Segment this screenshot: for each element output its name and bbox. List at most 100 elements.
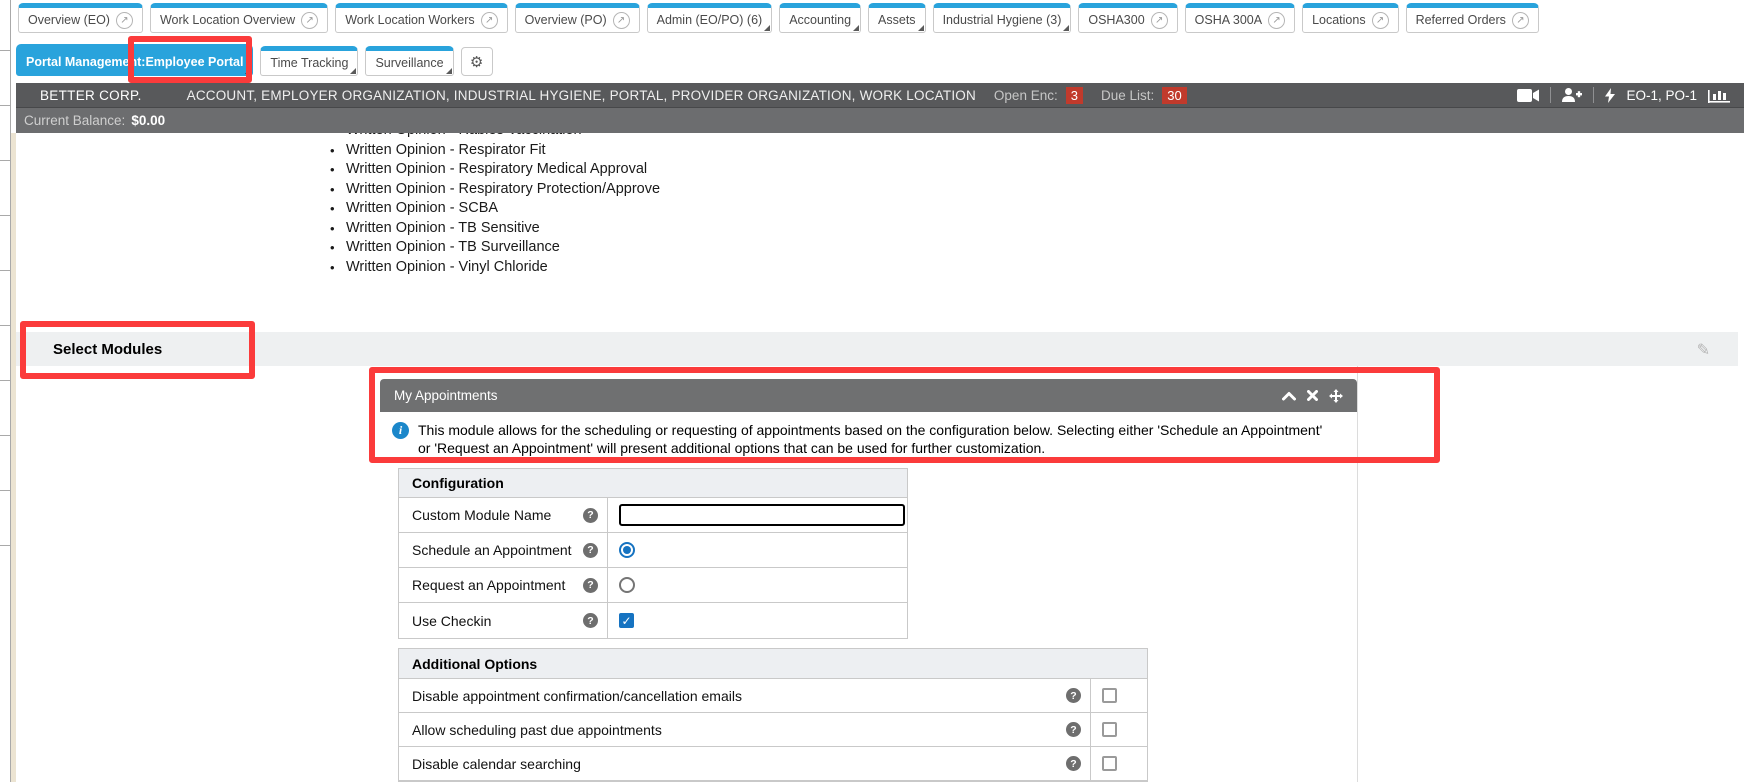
video-camera-icon[interactable] bbox=[1517, 89, 1539, 102]
external-link-icon[interactable]: ↗ bbox=[1268, 12, 1285, 29]
tab-surveillance[interactable]: Surveillance bbox=[365, 46, 453, 76]
external-link-icon[interactable]: ↗ bbox=[613, 12, 630, 29]
tab-locations[interactable]: Locations ↗ bbox=[1302, 3, 1399, 33]
dropdown-fold-icon bbox=[918, 25, 924, 31]
bar-chart-icon[interactable] bbox=[1708, 88, 1730, 103]
list-item: Written Opinion - TB Sensitive bbox=[330, 219, 660, 239]
disable-confirmation-emails-checkbox[interactable] bbox=[1102, 688, 1117, 703]
company-name: BETTER CORP. bbox=[40, 88, 142, 103]
lightning-icon[interactable] bbox=[1605, 88, 1615, 103]
due-list-badge[interactable]: 30 bbox=[1162, 87, 1186, 104]
written-opinion-list: Written Opinion - Rabies Vaccination Wri… bbox=[330, 121, 660, 277]
disable-calendar-searching-checkbox[interactable] bbox=[1102, 756, 1117, 771]
table-row: Use Checkin? ✓ bbox=[399, 603, 907, 638]
status-bar: BETTER CORP. ACCOUNT, EMPLOYER ORGANIZAT… bbox=[16, 83, 1744, 107]
secondary-tab-bar: Portal Management:Employee Portal Time T… bbox=[16, 44, 493, 76]
tab-label: Assets bbox=[878, 13, 916, 27]
help-icon[interactable]: ? bbox=[583, 543, 598, 558]
dropdown-fold-icon bbox=[853, 25, 859, 31]
external-link-icon[interactable]: ↗ bbox=[1151, 12, 1168, 29]
table-row: Allow scheduling past due appointments? bbox=[399, 713, 1147, 747]
module-info-text: This module allows for the scheduling or… bbox=[418, 421, 1336, 457]
help-icon[interactable]: ? bbox=[583, 508, 598, 523]
list-item: Written Opinion - Vinyl Chloride bbox=[330, 258, 660, 278]
tab-overview-eo[interactable]: Overview (EO)↗ bbox=[18, 3, 143, 33]
table-row: Request an Appointment? bbox=[399, 568, 907, 603]
tab-assets[interactable]: Assets bbox=[868, 3, 926, 33]
dropdown-fold-icon bbox=[446, 68, 452, 74]
help-icon[interactable]: ? bbox=[583, 578, 598, 593]
row-label: Schedule an Appointment bbox=[412, 542, 572, 558]
dropdown-fold-icon bbox=[1063, 25, 1069, 31]
tab-label: Accounting bbox=[789, 13, 851, 27]
context-shortcut-label[interactable]: EO-1, PO-1 bbox=[1626, 88, 1697, 103]
current-balance-value: $0.00 bbox=[131, 113, 165, 128]
divider bbox=[1593, 87, 1594, 103]
row-label: Allow scheduling past due appointments bbox=[412, 722, 662, 738]
due-list-label: Due List: bbox=[1101, 88, 1154, 103]
tab-osha300[interactable]: OSHA300↗ bbox=[1078, 3, 1177, 33]
tab-label: Surveillance bbox=[375, 56, 443, 70]
help-icon[interactable]: ? bbox=[1066, 756, 1081, 771]
tab-label: Locations bbox=[1312, 13, 1366, 27]
list-item: Written Opinion - TB Surveillance bbox=[330, 238, 660, 258]
additional-options-table: Additional Options Disable appointment c… bbox=[398, 648, 1148, 782]
external-link-icon[interactable]: ↗ bbox=[481, 12, 498, 29]
external-link-icon[interactable]: ↗ bbox=[1512, 12, 1529, 29]
tab-label: Referred Orders bbox=[1416, 13, 1506, 27]
tab-accounting[interactable]: Accounting bbox=[779, 3, 861, 33]
tab-work-location-overview[interactable]: Work Location Overview↗ bbox=[150, 3, 328, 33]
panel-info-box: i This module allows for the scheduling … bbox=[380, 412, 1357, 469]
custom-module-name-input[interactable] bbox=[619, 504, 905, 526]
add-user-icon[interactable] bbox=[1562, 88, 1582, 102]
row-label: Disable calendar searching bbox=[412, 756, 581, 772]
move-handle-icon[interactable] bbox=[1329, 389, 1343, 403]
tab-label: Portal Management:Employee Portal bbox=[26, 55, 243, 69]
info-icon: i bbox=[392, 422, 409, 439]
row-label: Request an Appointment bbox=[412, 577, 565, 593]
tab-label: Overview (PO) bbox=[525, 13, 607, 27]
section-title: Select Modules bbox=[53, 341, 162, 358]
tab-label: Industrial Hygiene (3) bbox=[943, 13, 1062, 27]
list-item: Written Opinion - SCBA bbox=[330, 199, 660, 219]
tab-label: Work Location Workers bbox=[345, 13, 474, 27]
collapse-chevron-up-icon[interactable] bbox=[1282, 391, 1296, 401]
panel-header[interactable]: My Appointments bbox=[380, 379, 1357, 412]
tab-label: Admin (EO/PO) (6) bbox=[657, 13, 763, 27]
edit-pencil-icon[interactable]: ✎ bbox=[1697, 340, 1710, 360]
tab-referred-orders[interactable]: Referred Orders ↗ bbox=[1406, 3, 1539, 33]
help-icon[interactable]: ? bbox=[1066, 722, 1081, 737]
tab-work-location-workers[interactable]: Work Location Workers ↗ bbox=[335, 3, 507, 33]
balance-bar: Current Balance: $0.00 bbox=[16, 107, 1744, 133]
request-appointment-radio[interactable] bbox=[619, 577, 635, 593]
primary-tab-bar: Overview (EO)↗ Work Location Overview↗ W… bbox=[18, 3, 1539, 33]
use-checkin-checkbox[interactable]: ✓ bbox=[619, 613, 634, 628]
tab-time-tracking[interactable]: Time Tracking bbox=[260, 46, 358, 76]
gear-icon: ⚙ bbox=[470, 53, 483, 71]
tab-overview-po[interactable]: Overview (PO) ↗ bbox=[515, 3, 640, 33]
open-enc-label: Open Enc: bbox=[994, 88, 1058, 103]
dropdown-fold-icon bbox=[350, 68, 356, 74]
external-link-icon[interactable]: ↗ bbox=[116, 12, 133, 29]
tab-industrial-hygiene[interactable]: Industrial Hygiene (3) bbox=[933, 3, 1072, 33]
list-item: Written Opinion - Respirator Fit bbox=[330, 141, 660, 161]
table-row: Disable appointment confirmation/cancell… bbox=[399, 679, 1147, 713]
tab-portal-management-employee-portal[interactable]: Portal Management:Employee Portal bbox=[16, 44, 253, 76]
help-icon[interactable]: ? bbox=[583, 613, 598, 628]
tab-admin-eo-po[interactable]: Admin (EO/PO) (6) bbox=[647, 3, 773, 33]
dropdown-fold-icon bbox=[764, 25, 770, 31]
row-label: Use Checkin bbox=[412, 613, 491, 629]
content-left-border bbox=[11, 133, 16, 782]
schedule-appointment-radio[interactable] bbox=[619, 542, 635, 558]
divider bbox=[1550, 87, 1551, 103]
allow-past-due-checkbox[interactable] bbox=[1102, 722, 1117, 737]
open-enc-badge[interactable]: 3 bbox=[1066, 87, 1083, 104]
table-header: Configuration bbox=[399, 469, 907, 498]
help-icon[interactable]: ? bbox=[1066, 688, 1081, 703]
tab-settings-button[interactable]: ⚙ bbox=[461, 47, 493, 76]
external-link-icon[interactable]: ↗ bbox=[301, 12, 318, 29]
cropped-left-panel-edge bbox=[0, 0, 11, 782]
close-x-icon[interactable] bbox=[1307, 390, 1318, 401]
tab-osha-300a[interactable]: OSHA 300A↗ bbox=[1185, 3, 1295, 33]
external-link-icon[interactable]: ↗ bbox=[1372, 12, 1389, 29]
